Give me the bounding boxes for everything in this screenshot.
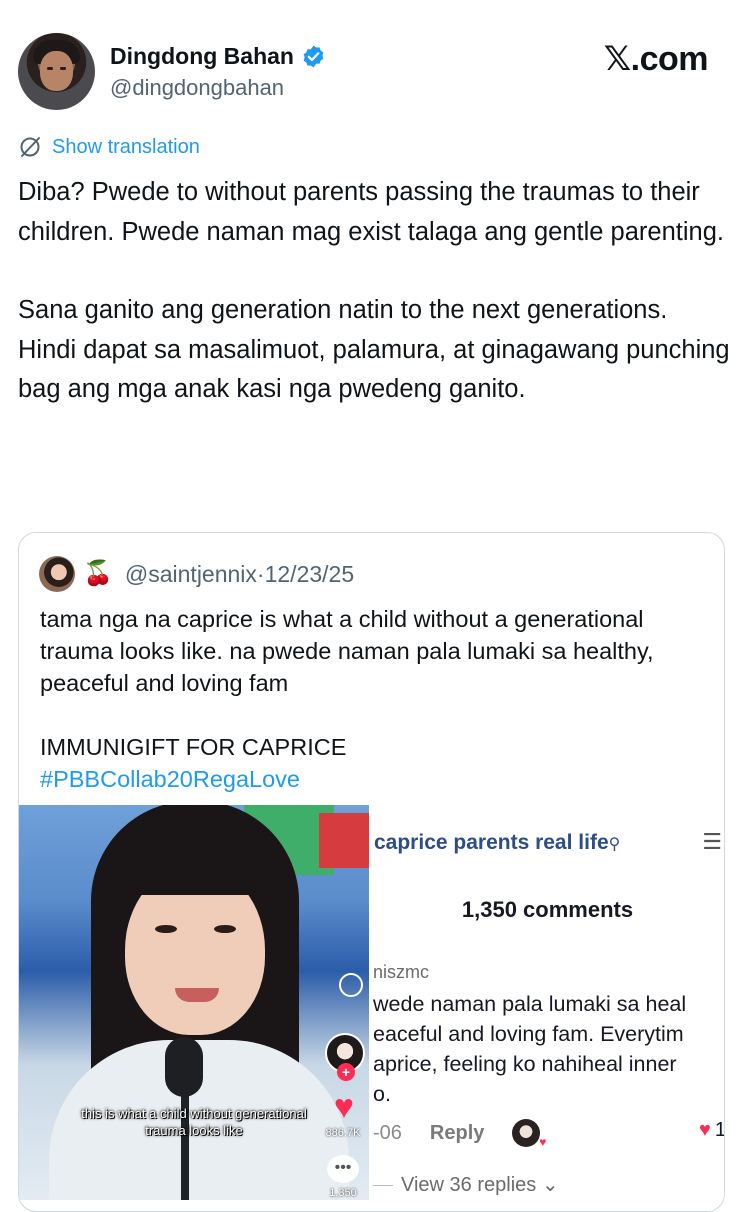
author-display-name[interactable]: Dingdong Bahan <box>110 43 294 70</box>
comment-line: eaceful and loving fam. Everytim <box>373 1022 684 1046</box>
quoted-paragraph: IMMUNIGIFT FOR CAPRICE <box>40 734 347 760</box>
girl-bangs <box>119 839 269 895</box>
quoted-author-avatar[interactable] <box>39 556 75 592</box>
tweet-body: Diba? Pwede to without parents passing t… <box>18 173 732 410</box>
cherry-emoji: 🍒 <box>83 560 113 587</box>
avatar-eye <box>60 67 66 70</box>
author-avatar[interactable] <box>18 33 95 110</box>
tweet-header: Dingdong Bahan @dingdongbahan 𝕏.com <box>18 33 728 113</box>
quoted-tweet-date[interactable]: 12/23/25 <box>265 561 355 587</box>
quoted-media[interactable]: this is what a child without generationa… <box>19 805 725 1211</box>
hashtag-link[interactable]: #PBBCollab20RegaLove <box>40 763 715 795</box>
comment-like: ♥10 <box>699 1119 725 1142</box>
comment-line: wede naman pala lumaki sa heal <box>373 992 687 1016</box>
search-icon: ⚲ <box>608 836 621 853</box>
comment-text: wede naman pala lumaki sa heal eaceful a… <box>373 989 724 1109</box>
comment-like-count: 10 <box>714 1119 725 1141</box>
show-translation-link[interactable]: Show translation <box>18 135 200 159</box>
comment-line: o. <box>373 1082 391 1106</box>
chevron-down-icon: ⌄ <box>541 1174 559 1196</box>
quoted-tweet-card[interactable]: 🍒 @saintjennix·12/23/25 tama nga na capr… <box>18 532 725 1212</box>
comments-screenshot[interactable]: caprice parents real life⚲ ☰ 1,350 comme… <box>369 805 725 1211</box>
comment-dots-icon: ••• <box>334 1159 352 1176</box>
verified-badge-icon <box>303 45 324 68</box>
quoted-paragraph: tama nga na caprice is what a child with… <box>40 606 654 696</box>
show-translation-label[interactable]: Show translation <box>52 136 200 159</box>
video-caption: this is what a child without generationa… <box>81 1106 307 1138</box>
quoted-tweet-body: tama nga na caprice is what a child with… <box>40 603 715 795</box>
x-brand-logo: 𝕏.com <box>603 40 709 78</box>
tweet-paragraph: Sana ganito ang generation natin to the … <box>18 296 730 403</box>
menu-icon: ☰ <box>702 829 722 854</box>
commenter-name: niszmc <box>373 962 430 982</box>
quoted-author-handle[interactable]: @saintjennix·12/23/25 <box>125 561 354 588</box>
background-panel <box>319 813 369 868</box>
quoted-tweet-header: 🍒 @saintjennix·12/23/25 <box>39 556 354 592</box>
comment-count-label: 1,350 comments <box>461 897 634 922</box>
video-comment-count: 1,350 <box>329 1187 357 1199</box>
author-handle[interactable]: @dingdongbahan <box>110 75 284 101</box>
girl-eye <box>214 925 236 933</box>
heart-icon: ♥ <box>333 1088 355 1126</box>
face-reaction-icon <box>339 973 363 997</box>
mini-heart-icon: ♥ <box>539 1135 547 1149</box>
globe-slash-icon <box>20 137 40 157</box>
video-thumbnail[interactable]: this is what a child without generationa… <box>19 805 369 1200</box>
comment-line: aprice, feeling ko nahiheal inner <box>373 1052 677 1076</box>
tweet-paragraph: Diba? Pwede to without parents passing t… <box>18 178 724 246</box>
author-name-row: Dingdong Bahan <box>110 43 326 70</box>
avatar-face <box>40 51 73 91</box>
video-like-count: 886.7K <box>325 1127 361 1139</box>
view-replies-label: View 36 replies ⌄ <box>373 1172 559 1197</box>
comment-meta-row: -06 Reply ♥ <box>373 1119 546 1149</box>
girl-eye <box>155 925 177 933</box>
follow-plus-icon: + <box>337 1063 355 1081</box>
avatar-eye <box>47 67 53 70</box>
heart-icon: ♥ <box>699 1119 711 1141</box>
comments-search-title: caprice parents real life⚲ <box>374 831 621 854</box>
microphone <box>165 1037 203 1097</box>
creator-liked-avatar-icon: ♥ <box>512 1119 546 1149</box>
comment-reply-label: Reply <box>429 1121 485 1144</box>
comment-date: -06 <box>373 1121 402 1144</box>
